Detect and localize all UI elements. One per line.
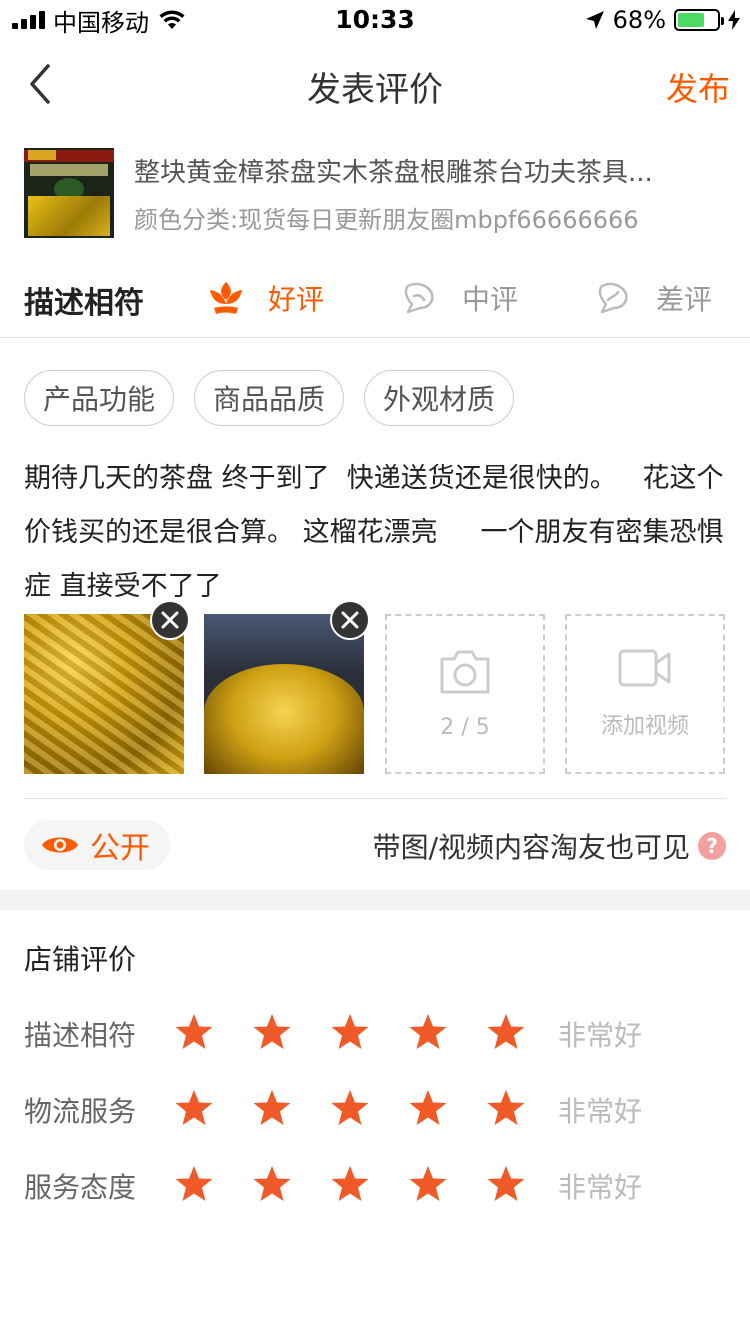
- star-icon[interactable]: [174, 1164, 214, 1204]
- shop-rating-row: 物流服务 非常好: [24, 1088, 726, 1132]
- eye-icon: [42, 837, 78, 853]
- rating-option-medium-label: 中评: [462, 283, 519, 316]
- rating-option-good[interactable]: 好评: [206, 276, 324, 320]
- uploaded-photo-2[interactable]: [204, 614, 364, 774]
- star-icon[interactable]: [408, 1088, 448, 1128]
- status-right: 68%: [585, 6, 740, 34]
- review-textarea[interactable]: 期待几天的茶盘 终于到了 快递送货还是很快的。 花这个价钱买的还是很合算。 这榴…: [24, 452, 726, 614]
- video-camera-icon: [618, 649, 671, 687]
- tag-product-function[interactable]: 产品功能: [24, 370, 175, 426]
- product-thumbnail: [24, 148, 114, 238]
- privacy-note-text: 带图/视频内容淘友也可见: [372, 831, 690, 864]
- charging-bolt-icon: [728, 10, 740, 30]
- flower-outline-icon: [598, 282, 628, 314]
- uploaded-photo-1[interactable]: [24, 614, 184, 774]
- nav-bar: 发表评价 发布: [0, 40, 750, 128]
- battery-percent: 68%: [612, 6, 666, 34]
- review-tags: 产品功能 商品品质 外观材质: [24, 370, 515, 426]
- star-icon[interactable]: [330, 1088, 370, 1128]
- star-icon[interactable]: [174, 1088, 214, 1128]
- public-toggle[interactable]: 公开: [24, 820, 170, 870]
- photo-count: 2 / 5: [440, 714, 490, 740]
- remove-photo-1-button[interactable]: [150, 600, 190, 640]
- shop-rating-desc: 非常好: [558, 1095, 643, 1128]
- add-video-label: 添加视频: [600, 714, 689, 739]
- flower-outline-icon: [404, 282, 434, 314]
- shop-rating-row: 描述相符 非常好: [24, 1012, 726, 1056]
- star-icon[interactable]: [408, 1012, 448, 1052]
- star-icon[interactable]: [408, 1164, 448, 1204]
- media-section: 2 / 5 添加视频: [24, 600, 726, 774]
- product-sku: 颜色分类:现货每日更新朋友圈mbpf66666666: [134, 206, 639, 234]
- tag-product-quality[interactable]: 商品品质: [194, 370, 345, 426]
- star-rating: [174, 1088, 526, 1128]
- add-photo-button[interactable]: 2 / 5: [385, 614, 545, 774]
- battery-icon: [674, 9, 724, 31]
- publish-button[interactable]: 发布: [666, 64, 730, 110]
- star-rating: [174, 1012, 526, 1052]
- star-icon[interactable]: [252, 1012, 292, 1052]
- star-icon[interactable]: [252, 1164, 292, 1204]
- battery-fill: [678, 13, 704, 27]
- location-arrow-icon: [585, 11, 604, 29]
- rating-option-good-label: 好评: [268, 283, 325, 316]
- section-gap: [0, 890, 750, 910]
- product-title: 整块黄金樟茶盘实木茶盘根雕茶台功夫茶具...: [134, 158, 653, 188]
- help-icon[interactable]: ?: [698, 832, 726, 860]
- shop-rating-label: 物流服务: [24, 1095, 137, 1128]
- flower-icon: [210, 282, 242, 314]
- remove-photo-2-button[interactable]: [330, 600, 370, 640]
- add-video-button[interactable]: 添加视频: [565, 614, 725, 774]
- status-bar: 中国移动 10:33 68%: [0, 0, 750, 40]
- camera-icon: [440, 650, 490, 693]
- shop-rating-desc: 非常好: [558, 1171, 643, 1204]
- shop-rating-label: 描述相符: [24, 1019, 137, 1052]
- page-title: 发表评价: [307, 70, 443, 110]
- rating-option-bad-label: 差评: [656, 283, 713, 316]
- star-icon[interactable]: [252, 1088, 292, 1128]
- star-rating: [174, 1164, 526, 1204]
- star-icon[interactable]: [174, 1012, 214, 1052]
- star-icon[interactable]: [486, 1088, 526, 1128]
- rating-row: 描述相符 好评 中评 差评: [0, 258, 750, 338]
- star-icon[interactable]: [330, 1164, 370, 1204]
- public-label: 公开: [90, 831, 150, 866]
- close-icon: [341, 611, 359, 629]
- star-icon[interactable]: [486, 1164, 526, 1204]
- tag-appearance-material[interactable]: 外观材质: [364, 370, 515, 426]
- close-icon: [161, 611, 179, 629]
- rating-option-bad[interactable]: 差评: [594, 276, 712, 320]
- star-icon[interactable]: [330, 1012, 370, 1052]
- shop-rating-label: 服务态度: [24, 1171, 137, 1204]
- divider: [24, 798, 726, 799]
- rating-option-medium[interactable]: 中评: [400, 276, 518, 320]
- shop-rating-row: 服务态度 非常好: [24, 1164, 726, 1208]
- privacy-note: 带图/视频内容淘友也可见 ?: [373, 826, 726, 866]
- shop-rating-title: 店铺评价: [24, 943, 137, 976]
- rating-label: 描述相符: [24, 286, 144, 321]
- star-icon[interactable]: [486, 1012, 526, 1052]
- product-summary[interactable]: 整块黄金樟茶盘实木茶盘根雕茶台功夫茶具... 颜色分类:现货每日更新朋友圈mbp…: [24, 146, 726, 240]
- shop-rating-desc: 非常好: [558, 1019, 643, 1052]
